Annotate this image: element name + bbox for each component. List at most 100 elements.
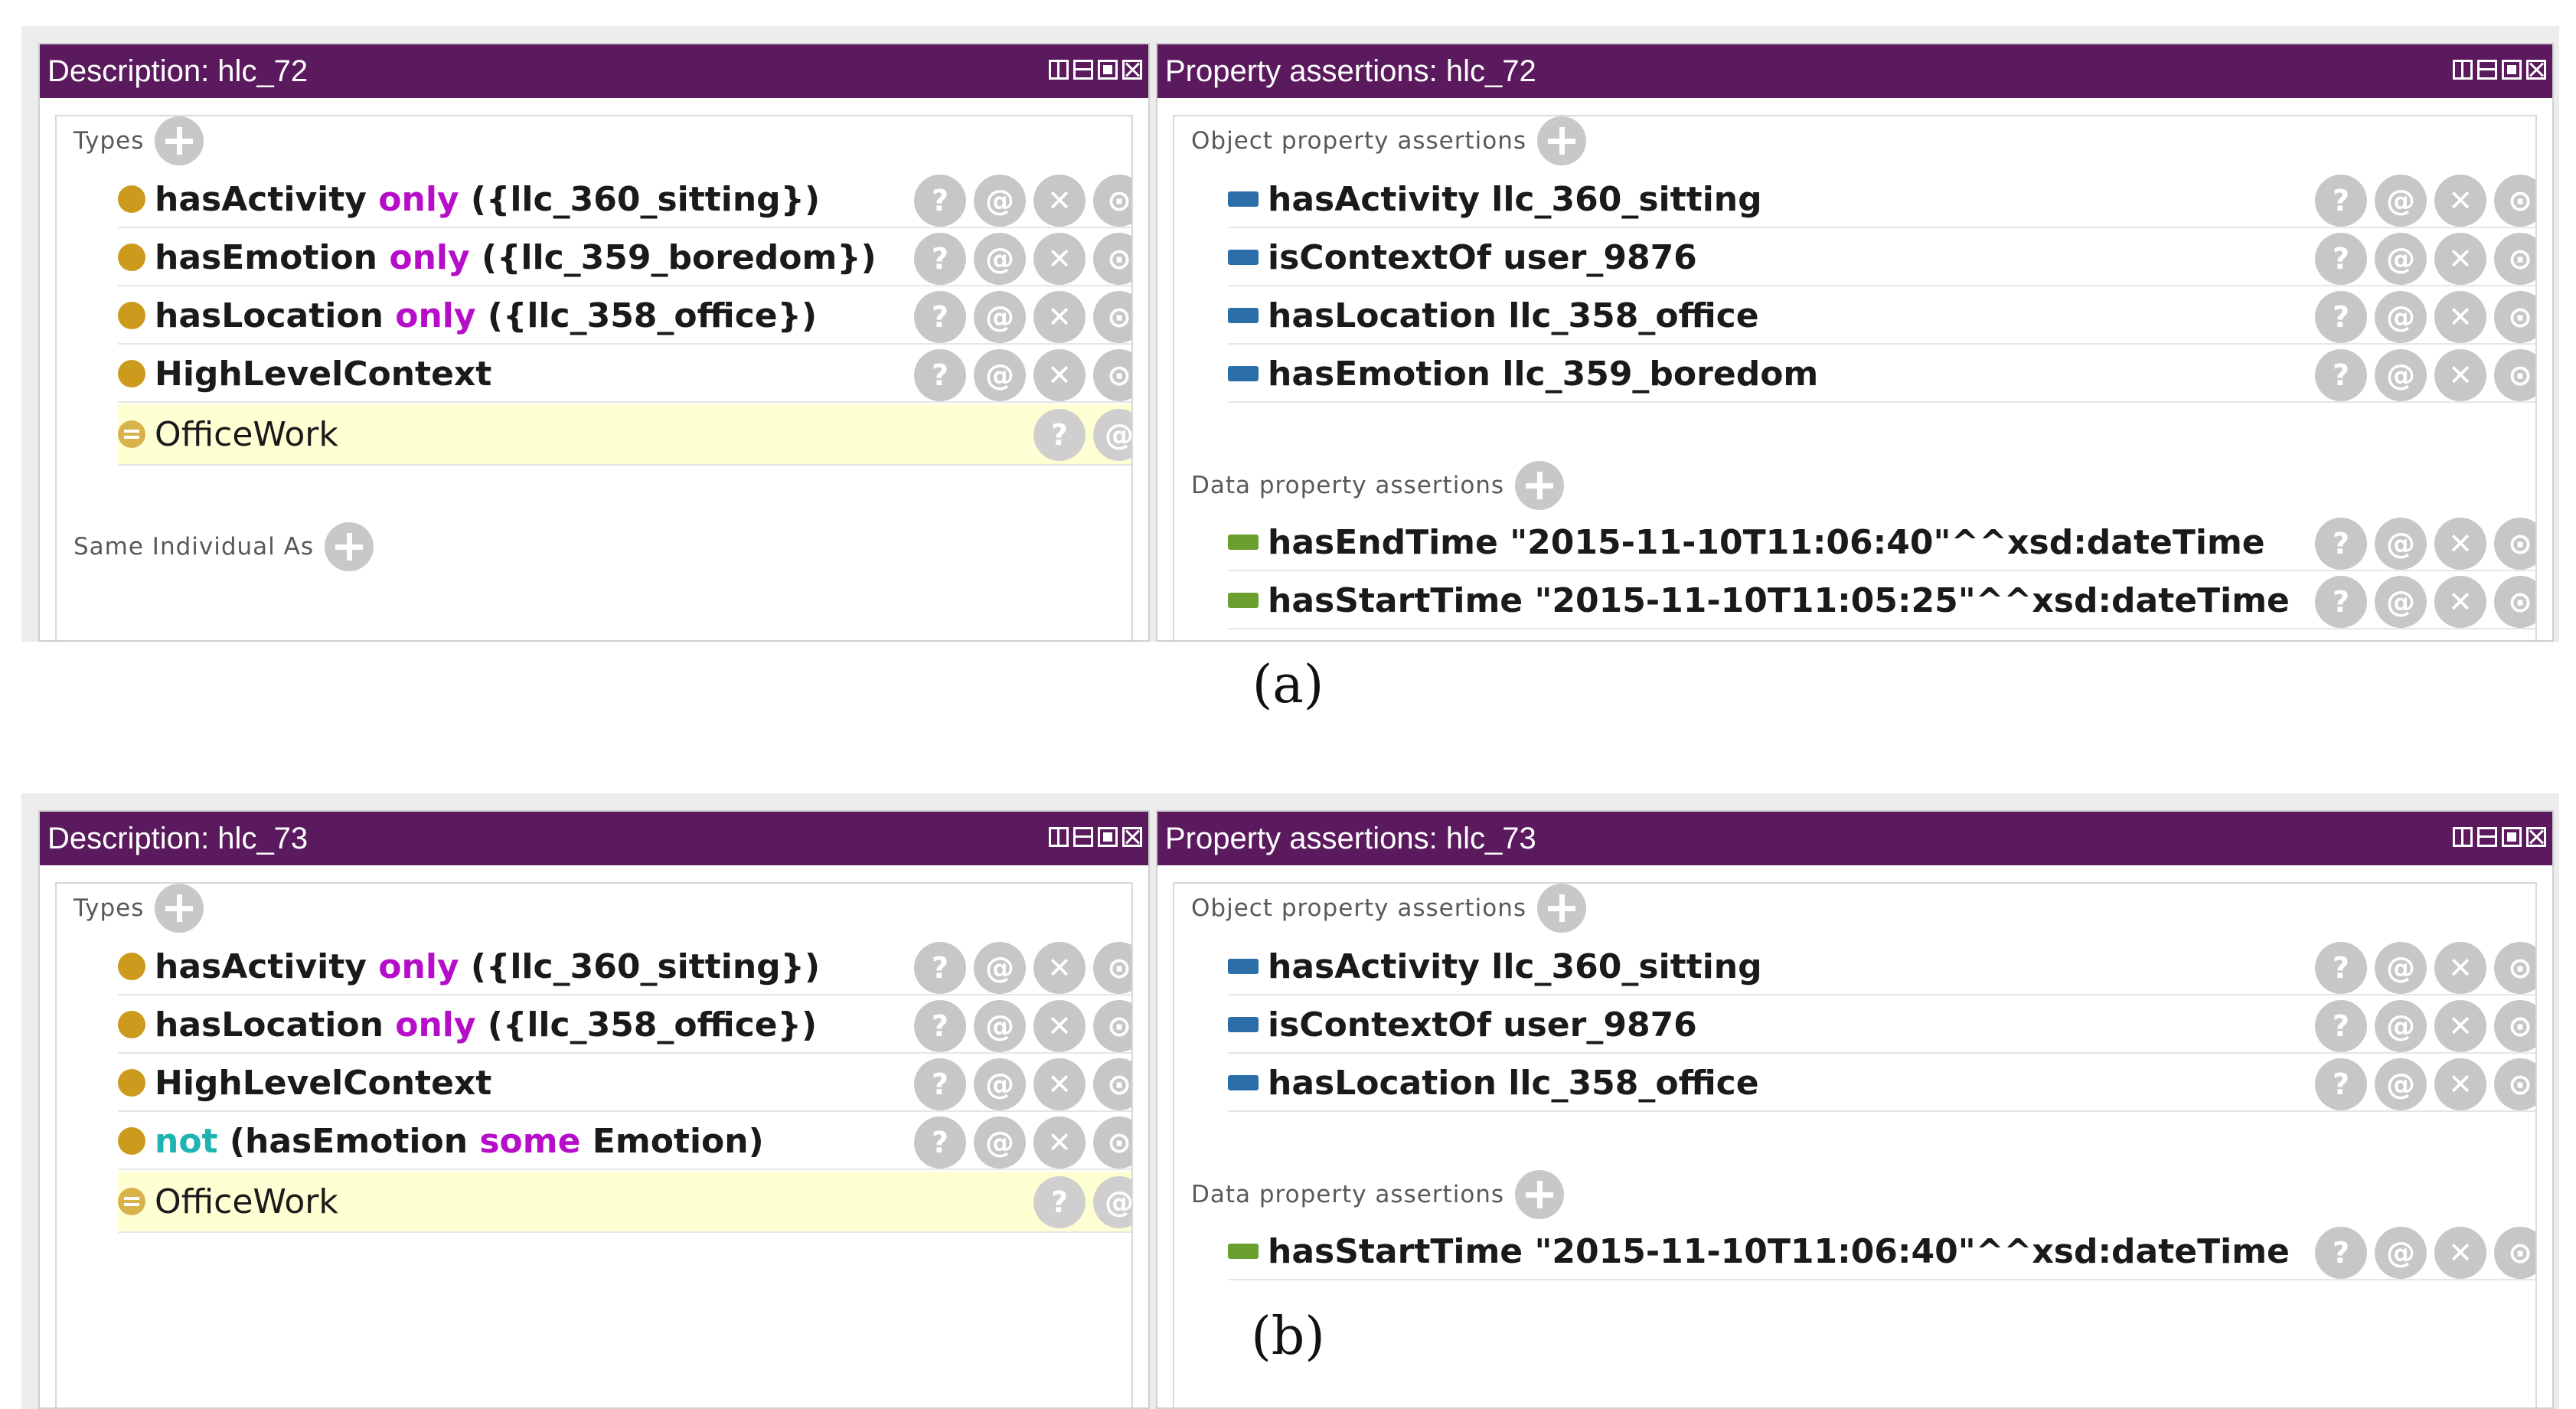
explain-icon[interactable]: ? [2315,349,2367,401]
maximize-icon[interactable] [2502,827,2522,847]
annotate-icon[interactable]: @ [1093,409,1131,461]
split-view-icon[interactable] [2453,60,2473,80]
delete-icon[interactable]: ✕ [2434,175,2486,227]
annotate-icon[interactable]: @ [974,1116,1026,1169]
delete-icon[interactable]: ✕ [1033,1000,1086,1052]
annotate-icon[interactable]: @ [2375,175,2427,227]
inferred-type-row[interactable]: OfficeWork [118,404,1131,466]
explain-icon[interactable]: ? [2315,1058,2367,1110]
maximize-icon[interactable] [1098,827,1118,847]
delete-icon[interactable]: ✕ [1033,1058,1086,1110]
annotate-icon[interactable]: @ [2375,233,2427,285]
split-view-icon[interactable] [2453,827,2473,847]
delete-icon[interactable]: ✕ [2434,1000,2486,1052]
split-view-icon[interactable] [1049,827,1069,847]
close-icon[interactable] [1122,827,1142,847]
explain-icon[interactable]: ? [914,1000,966,1052]
delete-icon[interactable]: ✕ [1033,1116,1086,1169]
close-icon[interactable] [2526,827,2546,847]
edit-icon[interactable]: ⊙ [1093,1000,1131,1052]
explain-icon[interactable]: ? [2315,233,2367,285]
edit-icon[interactable]: ⊙ [1093,233,1131,285]
delete-icon[interactable]: ✕ [2434,291,2486,343]
delete-icon[interactable]: ✕ [1033,942,1086,994]
edit-icon[interactable]: ⊙ [2494,233,2535,285]
edit-icon[interactable]: ⊙ [2494,518,2535,570]
explain-icon[interactable]: ? [1033,409,1086,461]
maximize-icon[interactable] [2502,60,2522,80]
edit-icon[interactable]: ⊙ [2494,1227,2535,1279]
add-icon[interactable] [1537,116,1587,165]
annotate-icon[interactable]: @ [1093,1176,1131,1228]
explain-icon[interactable]: ? [2315,291,2367,343]
delete-icon[interactable]: ✕ [2434,349,2486,401]
edit-icon[interactable]: ⊙ [2494,1058,2535,1110]
add-icon[interactable] [1515,461,1565,510]
edit-icon[interactable]: ⊙ [1093,942,1131,994]
inferred-type-row[interactable]: OfficeWork [118,1172,1131,1233]
delete-icon[interactable]: ✕ [1033,349,1086,401]
explain-icon[interactable]: ? [2315,1000,2367,1052]
delete-icon[interactable]: ✕ [2434,576,2486,628]
add-icon[interactable] [1515,1170,1565,1219]
annotate-icon[interactable]: @ [974,291,1026,343]
annotate-icon[interactable]: @ [974,942,1026,994]
annotate-icon[interactable]: @ [2375,942,2427,994]
maximize-icon[interactable] [1098,60,1118,80]
delete-icon[interactable]: ✕ [1033,233,1086,285]
explain-icon[interactable]: ? [914,1116,966,1169]
delete-icon[interactable]: ✕ [2434,942,2486,994]
delete-icon[interactable]: ✕ [2434,1058,2486,1110]
edit-icon[interactable]: ⊙ [1093,349,1131,401]
explain-icon[interactable]: ? [914,942,966,994]
annotate-icon[interactable]: @ [974,1000,1026,1052]
explain-icon[interactable]: ? [2315,576,2367,628]
edit-icon[interactable]: ⊙ [2494,291,2535,343]
add-icon[interactable] [1537,884,1587,933]
annotate-icon[interactable]: @ [2375,518,2427,570]
explain-icon[interactable]: ? [914,1058,966,1110]
explain-icon[interactable]: ? [914,175,966,227]
explain-icon[interactable]: ? [2315,175,2367,227]
explain-icon[interactable]: ? [914,349,966,401]
edit-icon[interactable]: ⊙ [1093,175,1131,227]
edit-icon[interactable]: ⊙ [1093,1058,1131,1110]
minimize-icon[interactable] [2477,827,2497,847]
edit-icon[interactable]: ⊙ [2494,1000,2535,1052]
add-icon[interactable] [324,522,374,571]
explain-icon[interactable]: ? [2315,1227,2367,1279]
explain-icon[interactable]: ? [1033,1176,1086,1228]
annotate-icon[interactable]: @ [2375,349,2427,401]
minimize-icon[interactable] [2477,60,2497,80]
explain-icon[interactable]: ? [914,233,966,285]
minimize-icon[interactable] [1073,827,1093,847]
explain-icon[interactable]: ? [914,291,966,343]
close-icon[interactable] [2526,60,2546,80]
annotate-icon[interactable]: @ [974,175,1026,227]
delete-icon[interactable]: ✕ [2434,233,2486,285]
edit-icon[interactable]: ⊙ [2494,942,2535,994]
explain-icon[interactable]: ? [2315,942,2367,994]
delete-icon[interactable]: ✕ [2434,1227,2486,1279]
delete-icon[interactable]: ✕ [1033,175,1086,227]
add-icon[interactable] [155,116,204,165]
annotate-icon[interactable]: @ [2375,1000,2427,1052]
annotate-icon[interactable]: @ [2375,1227,2427,1279]
split-view-icon[interactable] [1049,60,1069,80]
edit-icon[interactable]: ⊙ [2494,175,2535,227]
close-icon[interactable] [1122,60,1142,80]
edit-icon[interactable]: ⊙ [2494,576,2535,628]
annotate-icon[interactable]: @ [974,349,1026,401]
delete-icon[interactable]: ✕ [2434,518,2486,570]
annotate-icon[interactable]: @ [974,233,1026,285]
annotate-icon[interactable]: @ [2375,291,2427,343]
add-icon[interactable] [155,884,204,933]
minimize-icon[interactable] [1073,60,1093,80]
explain-icon[interactable]: ? [2315,518,2367,570]
annotate-icon[interactable]: @ [2375,1058,2427,1110]
edit-icon[interactable]: ⊙ [1093,1116,1131,1169]
edit-icon[interactable]: ⊙ [2494,349,2535,401]
edit-icon[interactable]: ⊙ [1093,291,1131,343]
annotate-icon[interactable]: @ [2375,576,2427,628]
annotate-icon[interactable]: @ [974,1058,1026,1110]
